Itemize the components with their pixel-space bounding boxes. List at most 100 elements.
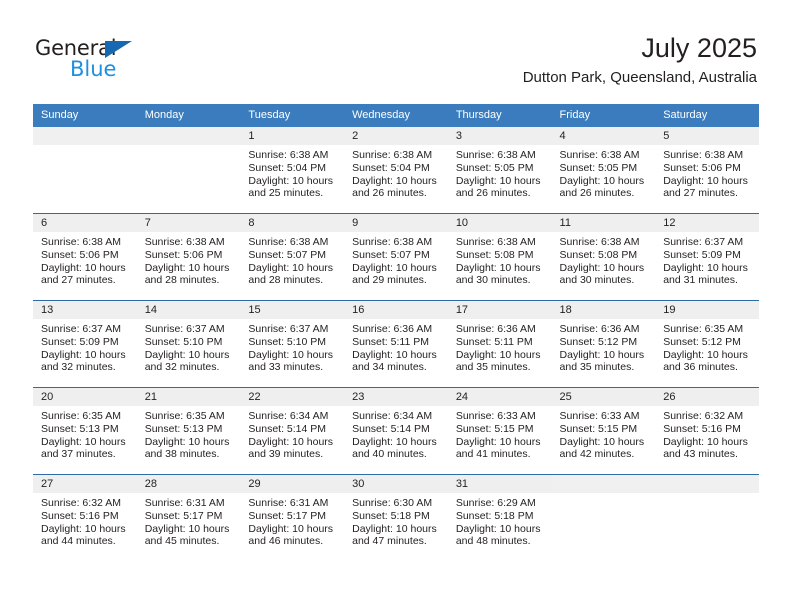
calendar-cell-day-23[interactable]: 23 Sunrise: 6:34 AM Sunset: 5:14 PM Dayligh…	[344, 387, 448, 475]
calendar-cell-day-8[interactable]: 8 Sunrise: 6:38 AM Sunset: 5:07 PM Daylight…	[240, 213, 345, 301]
calendar-cell-day-4[interactable]: 4 Sunrise: 6:38 AM Sunset: 5:05 PM Daylight…	[551, 127, 656, 214]
day-info-line: Sunset: 5:14 PM	[352, 422, 430, 435]
title-block: July 2025 Dutton Park, Queensland, Austr…	[523, 32, 757, 88]
day-info-line: and 45 minutes.	[144, 535, 220, 548]
day-info-line: and 38 minutes.	[144, 448, 220, 461]
day-cell: 19 Sunrise: 6:35 AM Sunset: 5:12 PM Dayligh…	[655, 301, 759, 387]
day-info-line: Sunrise: 6:29 AM	[455, 497, 536, 509]
day-number: 30	[344, 475, 448, 493]
day-info-line: and 25 minutes.	[248, 187, 324, 200]
day-sun-info: Sunrise: 6:38 AM Sunset: 5:04 PM Daylight:…	[240, 145, 344, 200]
calendar-cell-day-6[interactable]: 6 Sunrise: 6:38 AM Sunset: 5:06 PM Daylight…	[33, 213, 137, 301]
day-info-line: Sunset: 5:09 PM	[663, 248, 741, 261]
day-info-line: Sunset: 5:13 PM	[144, 422, 223, 435]
calendar-cell-day-18[interactable]: 18 Sunrise: 6:36 AM Sunset: 5:12 PM Dayligh…	[551, 300, 656, 388]
day-sun-info: Sunrise: 6:37 AM Sunset: 5:09 PM Daylight:…	[655, 232, 759, 287]
calendar-cell-day-14[interactable]: 14 Sunrise: 6:37 AM Sunset: 5:10 PM Dayligh…	[136, 300, 241, 388]
day-number: 31	[447, 475, 552, 493]
day-cell	[136, 127, 241, 213]
weekday-header-monday: Monday	[136, 104, 241, 127]
calendar-cell-day-3[interactable]: 3 Sunrise: 6:38 AM Sunset: 5:05 PM Daylight…	[447, 127, 552, 214]
calendar-cell-day-31[interactable]: 31 Sunrise: 6:29 AM Sunset: 5:18 PM Dayligh…	[447, 474, 552, 561]
calendar-cell-day-11[interactable]: 11 Sunrise: 6:38 AM Sunset: 5:08 PM Dayligh…	[551, 213, 656, 301]
day-info-line: and 35 minutes.	[559, 361, 635, 374]
day-info-line: Daylight: 10 hours	[352, 261, 437, 274]
calendar-cell-day-26[interactable]: 26 Sunrise: 6:32 AM Sunset: 5:16 PM Dayligh…	[655, 387, 759, 475]
calendar-cell-day-22[interactable]: 22 Sunrise: 6:34 AM Sunset: 5:14 PM Dayligh…	[240, 387, 345, 475]
day-info-line: Sunrise: 6:38 AM	[455, 149, 536, 161]
day-info-line: Daylight: 10 hours	[455, 435, 541, 448]
day-info-line: and 26 minutes.	[352, 187, 427, 200]
day-number: 19	[655, 301, 759, 319]
day-info-line: and 42 minutes.	[559, 448, 635, 461]
calendar-cell-day-17[interactable]: 17 Sunrise: 6:36 AM Sunset: 5:11 PM Dayligh…	[447, 300, 552, 388]
weekday-header-thursday: Thursday	[447, 104, 552, 127]
day-info-line: and 30 minutes.	[559, 274, 635, 287]
day-cell: 26 Sunrise: 6:32 AM Sunset: 5:16 PM Dayligh…	[655, 388, 759, 474]
day-number: 26	[655, 388, 759, 406]
calendar-cell-day-29[interactable]: 29 Sunrise: 6:31 AM Sunset: 5:17 PM Dayligh…	[240, 474, 345, 561]
day-cell: 6 Sunrise: 6:38 AM Sunset: 5:06 PM Daylight…	[33, 214, 137, 300]
general-blue-logo[interactable]: General Blue	[35, 36, 215, 84]
day-info-line: Sunrise: 6:31 AM	[248, 497, 329, 509]
day-sun-info: Sunrise: 6:38 AM Sunset: 5:06 PM Daylight:…	[655, 145, 759, 200]
calendar-cell-day-28[interactable]: 28 Sunrise: 6:31 AM Sunset: 5:17 PM Dayligh…	[136, 474, 241, 561]
day-info-line: Sunrise: 6:33 AM	[559, 410, 640, 422]
day-info-line: Daylight: 10 hours	[559, 435, 645, 448]
calendar-cell-day-20[interactable]: 20 Sunrise: 6:35 AM Sunset: 5:13 PM Dayligh…	[33, 387, 137, 475]
day-number	[33, 127, 137, 145]
day-cell: 20 Sunrise: 6:35 AM Sunset: 5:13 PM Dayligh…	[33, 388, 137, 474]
day-info-line: Sunset: 5:05 PM	[455, 161, 534, 174]
calendar-cell-day-27[interactable]: 27 Sunrise: 6:32 AM Sunset: 5:16 PM Dayligh…	[33, 474, 137, 561]
calendar-body: 1 Sunrise: 6:38 AM Sunset: 5:04 PM Daylight…	[33, 127, 759, 561]
day-number: 3	[447, 127, 552, 145]
calendar-cell-empty	[136, 127, 241, 214]
day-info-line: Sunset: 5:18 PM	[352, 509, 430, 522]
calendar-cell-day-10[interactable]: 10 Sunrise: 6:38 AM Sunset: 5:08 PM Dayligh…	[447, 213, 552, 301]
calendar-cell-day-16[interactable]: 16 Sunrise: 6:36 AM Sunset: 5:11 PM Dayligh…	[344, 300, 448, 388]
calendar-cell-day-7[interactable]: 7 Sunrise: 6:38 AM Sunset: 5:06 PM Daylight…	[136, 213, 241, 301]
day-info-line: Daylight: 10 hours	[352, 348, 437, 361]
day-cell: 27 Sunrise: 6:32 AM Sunset: 5:16 PM Dayligh…	[33, 475, 137, 561]
day-info-line: Sunrise: 6:38 AM	[352, 149, 433, 161]
calendar-cell-day-12[interactable]: 12 Sunrise: 6:37 AM Sunset: 5:09 PM Dayligh…	[655, 213, 759, 301]
day-cell	[551, 475, 656, 561]
calendar-header-row: Sunday Monday Tuesday Wednesday Thursday Frid…	[33, 104, 759, 127]
day-sun-info: Sunrise: 6:36 AM Sunset: 5:11 PM Daylight:…	[448, 319, 552, 374]
day-number	[655, 475, 759, 493]
calendar-cell-day-2[interactable]: 2 Sunrise: 6:38 AM Sunset: 5:04 PM Daylight…	[344, 127, 448, 214]
day-info-line: Sunrise: 6:34 AM	[352, 410, 433, 422]
day-info-line: Sunset: 5:12 PM	[559, 335, 638, 348]
calendar-cell-day-15[interactable]: 15 Sunrise: 6:37 AM Sunset: 5:10 PM Dayligh…	[240, 300, 345, 388]
calendar-cell-day-9[interactable]: 9 Sunrise: 6:38 AM Sunset: 5:07 PM Daylight…	[344, 213, 448, 301]
calendar-cell-day-25[interactable]: 25 Sunrise: 6:33 AM Sunset: 5:15 PM Dayligh…	[551, 387, 656, 475]
day-cell: 7 Sunrise: 6:38 AM Sunset: 5:06 PM Daylight…	[136, 214, 241, 300]
day-info-line: and 31 minutes.	[663, 274, 738, 287]
day-info-line: and 28 minutes.	[144, 274, 220, 287]
calendar-cell-day-1[interactable]: 1 Sunrise: 6:38 AM Sunset: 5:04 PM Daylight…	[240, 127, 345, 214]
day-sun-info: Sunrise: 6:32 AM Sunset: 5:16 PM Daylight:…	[655, 406, 759, 461]
calendar-cell-day-30[interactable]: 30 Sunrise: 6:30 AM Sunset: 5:18 PM Dayligh…	[344, 474, 448, 561]
day-number: 4	[551, 127, 656, 145]
day-sun-info: Sunrise: 6:38 AM Sunset: 5:05 PM Daylight:…	[448, 145, 552, 200]
calendar-cell-day-21[interactable]: 21 Sunrise: 6:35 AM Sunset: 5:13 PM Dayligh…	[136, 387, 241, 475]
day-sun-info: Sunrise: 6:38 AM Sunset: 5:05 PM Daylight:…	[552, 145, 656, 200]
day-sun-info: Sunrise: 6:33 AM Sunset: 5:15 PM Daylight:…	[448, 406, 552, 461]
day-sun-info: Sunrise: 6:36 AM Sunset: 5:12 PM Daylight:…	[552, 319, 656, 374]
day-info-line: Daylight: 10 hours	[455, 522, 541, 535]
weekday-header-friday: Friday	[551, 104, 656, 127]
day-info-line: Sunrise: 6:36 AM	[455, 323, 536, 335]
day-sun-info: Sunrise: 6:34 AM Sunset: 5:14 PM Daylight:…	[344, 406, 448, 461]
day-info-line: Sunrise: 6:37 AM	[144, 323, 225, 335]
day-info-line: and 35 minutes.	[455, 361, 531, 374]
day-number: 29	[240, 475, 345, 493]
day-sun-info: Sunrise: 6:34 AM Sunset: 5:14 PM Daylight:…	[240, 406, 344, 461]
calendar-cell-day-24[interactable]: 24 Sunrise: 6:33 AM Sunset: 5:15 PM Dayligh…	[447, 387, 552, 475]
calendar-cell-day-13[interactable]: 13 Sunrise: 6:37 AM Sunset: 5:09 PM Dayligh…	[33, 300, 137, 388]
calendar-cell-day-19[interactable]: 19 Sunrise: 6:35 AM Sunset: 5:12 PM Dayligh…	[655, 300, 759, 388]
day-info-line: Daylight: 10 hours	[144, 522, 230, 535]
weekday-header-wednesday: Wednesday	[344, 104, 448, 127]
calendar-cell-day-5[interactable]: 5 Sunrise: 6:38 AM Sunset: 5:06 PM Daylight…	[655, 127, 759, 214]
day-sun-info: Sunrise: 6:32 AM Sunset: 5:16 PM Daylight:…	[33, 493, 137, 548]
day-number: 15	[240, 301, 345, 319]
